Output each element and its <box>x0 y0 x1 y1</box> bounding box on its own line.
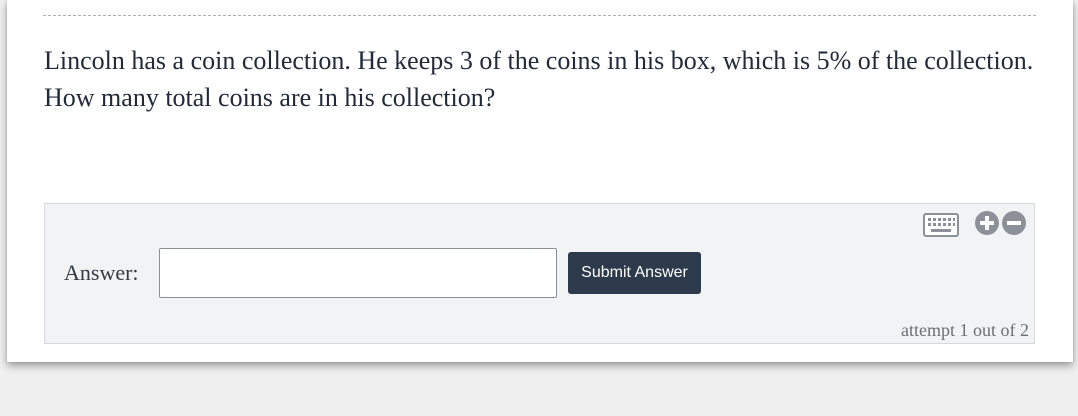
question-card: Lincoln has a coin collection. He keeps … <box>7 0 1073 362</box>
keyboard-icon[interactable] <box>923 213 959 237</box>
answer-input[interactable] <box>159 248 557 298</box>
minus-circle-icon[interactable] <box>1001 210 1027 236</box>
question-text: Lincoln has a coin collection. He keeps … <box>44 46 1034 112</box>
attempt-counter: attempt 1 out of 2 <box>901 320 1029 340</box>
divider <box>43 15 1036 16</box>
submit-answer-button[interactable]: Submit Answer <box>568 252 701 294</box>
answer-label: Answer: <box>64 260 139 285</box>
plus-circle-icon[interactable] <box>974 210 1000 236</box>
answer-panel: Answer: Submit Answer attempt 1 out of 2 <box>44 203 1035 344</box>
